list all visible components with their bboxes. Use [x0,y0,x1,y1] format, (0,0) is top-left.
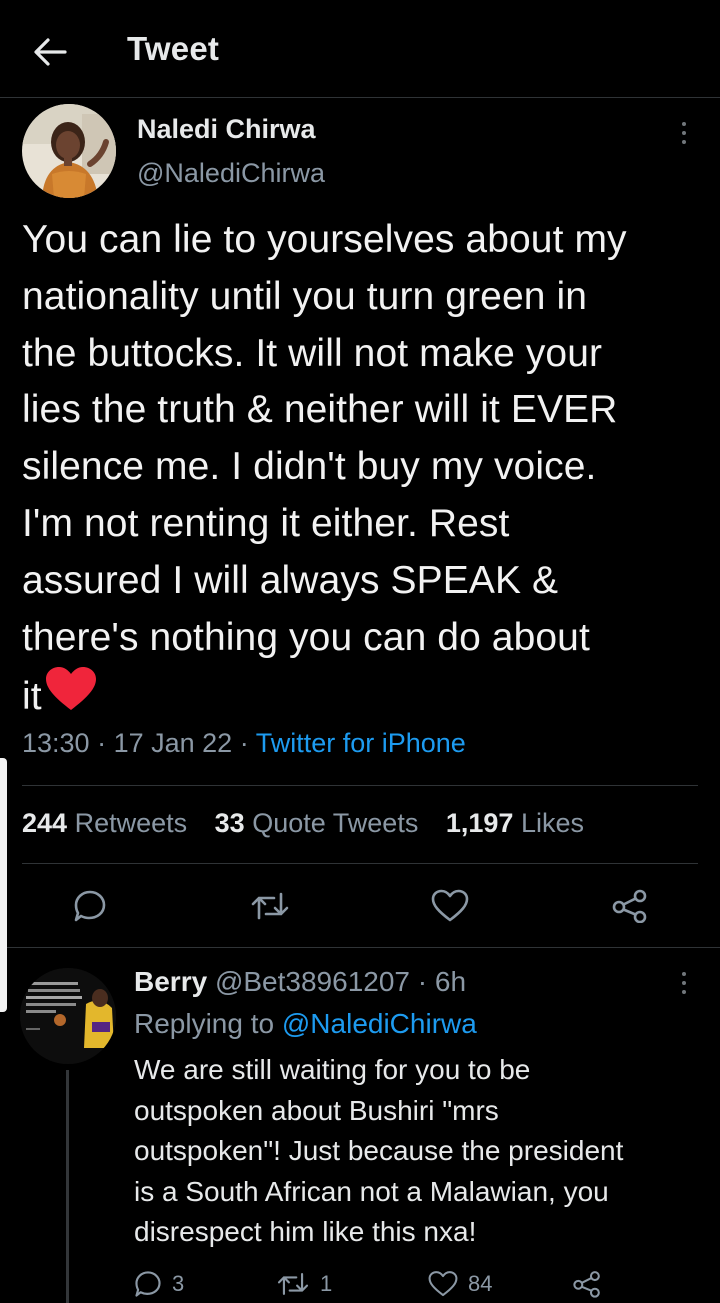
reply-author-handle[interactable]: @Bet38961207 [215,966,410,997]
reply-retweet-button[interactable]: 1 [276,1266,332,1302]
tweet-meta: 13:30 · 17 Jan 22 · Twitter for iPhone [22,728,466,759]
retweets-stat[interactable]: 244 Retweets [22,808,187,838]
replying-to: Replying to @NalediChirwa [134,1008,477,1040]
author-handle[interactable]: @NalediChirwa [137,158,325,189]
likes-count: 1,197 [445,808,514,838]
top-bar: Tweet [0,0,720,98]
tweet-line: it [22,675,42,719]
retweets-count: 244 [22,808,68,838]
tweet-line: lies the truth & neither will it EVER [22,388,618,432]
divider [22,863,698,864]
more-dot-icon [682,131,686,135]
reply-line: We are still waiting for you to be [134,1054,531,1085]
quotes-stat[interactable]: 33 Quote Tweets [215,808,419,838]
replying-prefix: Replying to [134,1008,275,1039]
reply-author-name[interactable]: Berry [134,966,207,997]
tweet-line: there's nothing you can do about [22,615,590,659]
likes-label: Likes [520,808,584,838]
tweet-source-link[interactable]: Twitter for iPhone [256,728,466,758]
retweet-icon [251,892,289,920]
tweet-text: You can lie to yourselves about my natio… [22,212,712,729]
likes-stat[interactable]: 1,197 Likes [446,808,584,838]
retweet-button[interactable] [248,884,292,928]
reply-avatar[interactable] [20,968,116,1064]
replying-mention-link[interactable]: @NalediChirwa [282,1008,477,1039]
divider [0,947,720,948]
author-avatar[interactable] [22,104,116,198]
more-dot-icon [682,972,686,976]
share-icon [612,889,647,923]
quotes-label: Quote Tweets [252,808,419,838]
divider [22,785,698,786]
like-button[interactable] [428,884,472,928]
reply-more-button[interactable] [674,968,694,998]
tweet-line: nationality until you turn green in [22,274,588,318]
edge-handle[interactable] [0,758,7,1012]
tweet-line: I'm not renting it either. Rest [22,501,510,545]
quotes-count: 33 [214,808,245,838]
back-button[interactable] [30,32,70,72]
tweet-more-button[interactable] [674,118,694,148]
reply-age: 6h [434,966,467,997]
tweet-time: 13:30 [22,728,90,758]
reply-count: 3 [172,1271,185,1296]
reply-line: outspoken"! Just because the president [134,1135,624,1167]
author-name[interactable]: Naledi Chirwa [137,114,316,145]
more-dot-icon [682,981,686,985]
retweets-label: Retweets [74,808,188,838]
tweet-line-last: it [22,666,712,729]
retweet-icon [277,1273,309,1295]
meta-separator: · [239,728,256,758]
meta-separator: · [97,728,114,758]
more-dot-icon [682,990,686,994]
more-dot-icon [682,122,686,126]
share-icon [573,1271,600,1298]
reply-share-button[interactable] [572,1266,602,1302]
heart-outline-icon [431,889,469,922]
reply-icon [74,890,106,922]
retweet-count: 1 [320,1271,333,1296]
tweet-line: You can lie to yourselves about my [22,218,627,261]
meta-separator: · [417,966,428,997]
reply-line: outspoken about Bushiri "mrs [134,1094,499,1126]
thread-line [66,1070,69,1303]
reply-line: disrespect him like this nxa! [134,1216,477,1248]
tweet-line: silence me. I didn't buy my voice. [22,445,597,489]
reply-icon [135,1271,161,1297]
tweet-stats: 244 Retweets 33 Quote Tweets 1,197 Likes [22,808,604,839]
like-count: 84 [468,1271,493,1296]
reply-header: Berry @Bet38961207 · 6h [134,966,466,998]
arrow-left-icon [34,38,67,66]
reply-line: is a South African not a Malawian, you [134,1175,609,1207]
tweet-date: 17 Jan 22 [113,728,233,758]
reply-reply-button[interactable]: 3 [134,1266,184,1302]
reply-text: We are still waiting for you to be outsp… [134,1050,714,1253]
more-dot-icon [682,140,686,144]
reply-button[interactable] [68,884,112,928]
page-title: Tweet [127,30,220,67]
tweet-line: the buttocks. It will not make your [22,331,603,375]
heart-outline-icon [428,1271,458,1297]
reply-like-button[interactable]: 84 [428,1266,492,1302]
tweet-line: assured I will always SPEAK & [22,558,559,602]
red-heart-icon [44,666,98,729]
share-button[interactable] [608,884,652,928]
